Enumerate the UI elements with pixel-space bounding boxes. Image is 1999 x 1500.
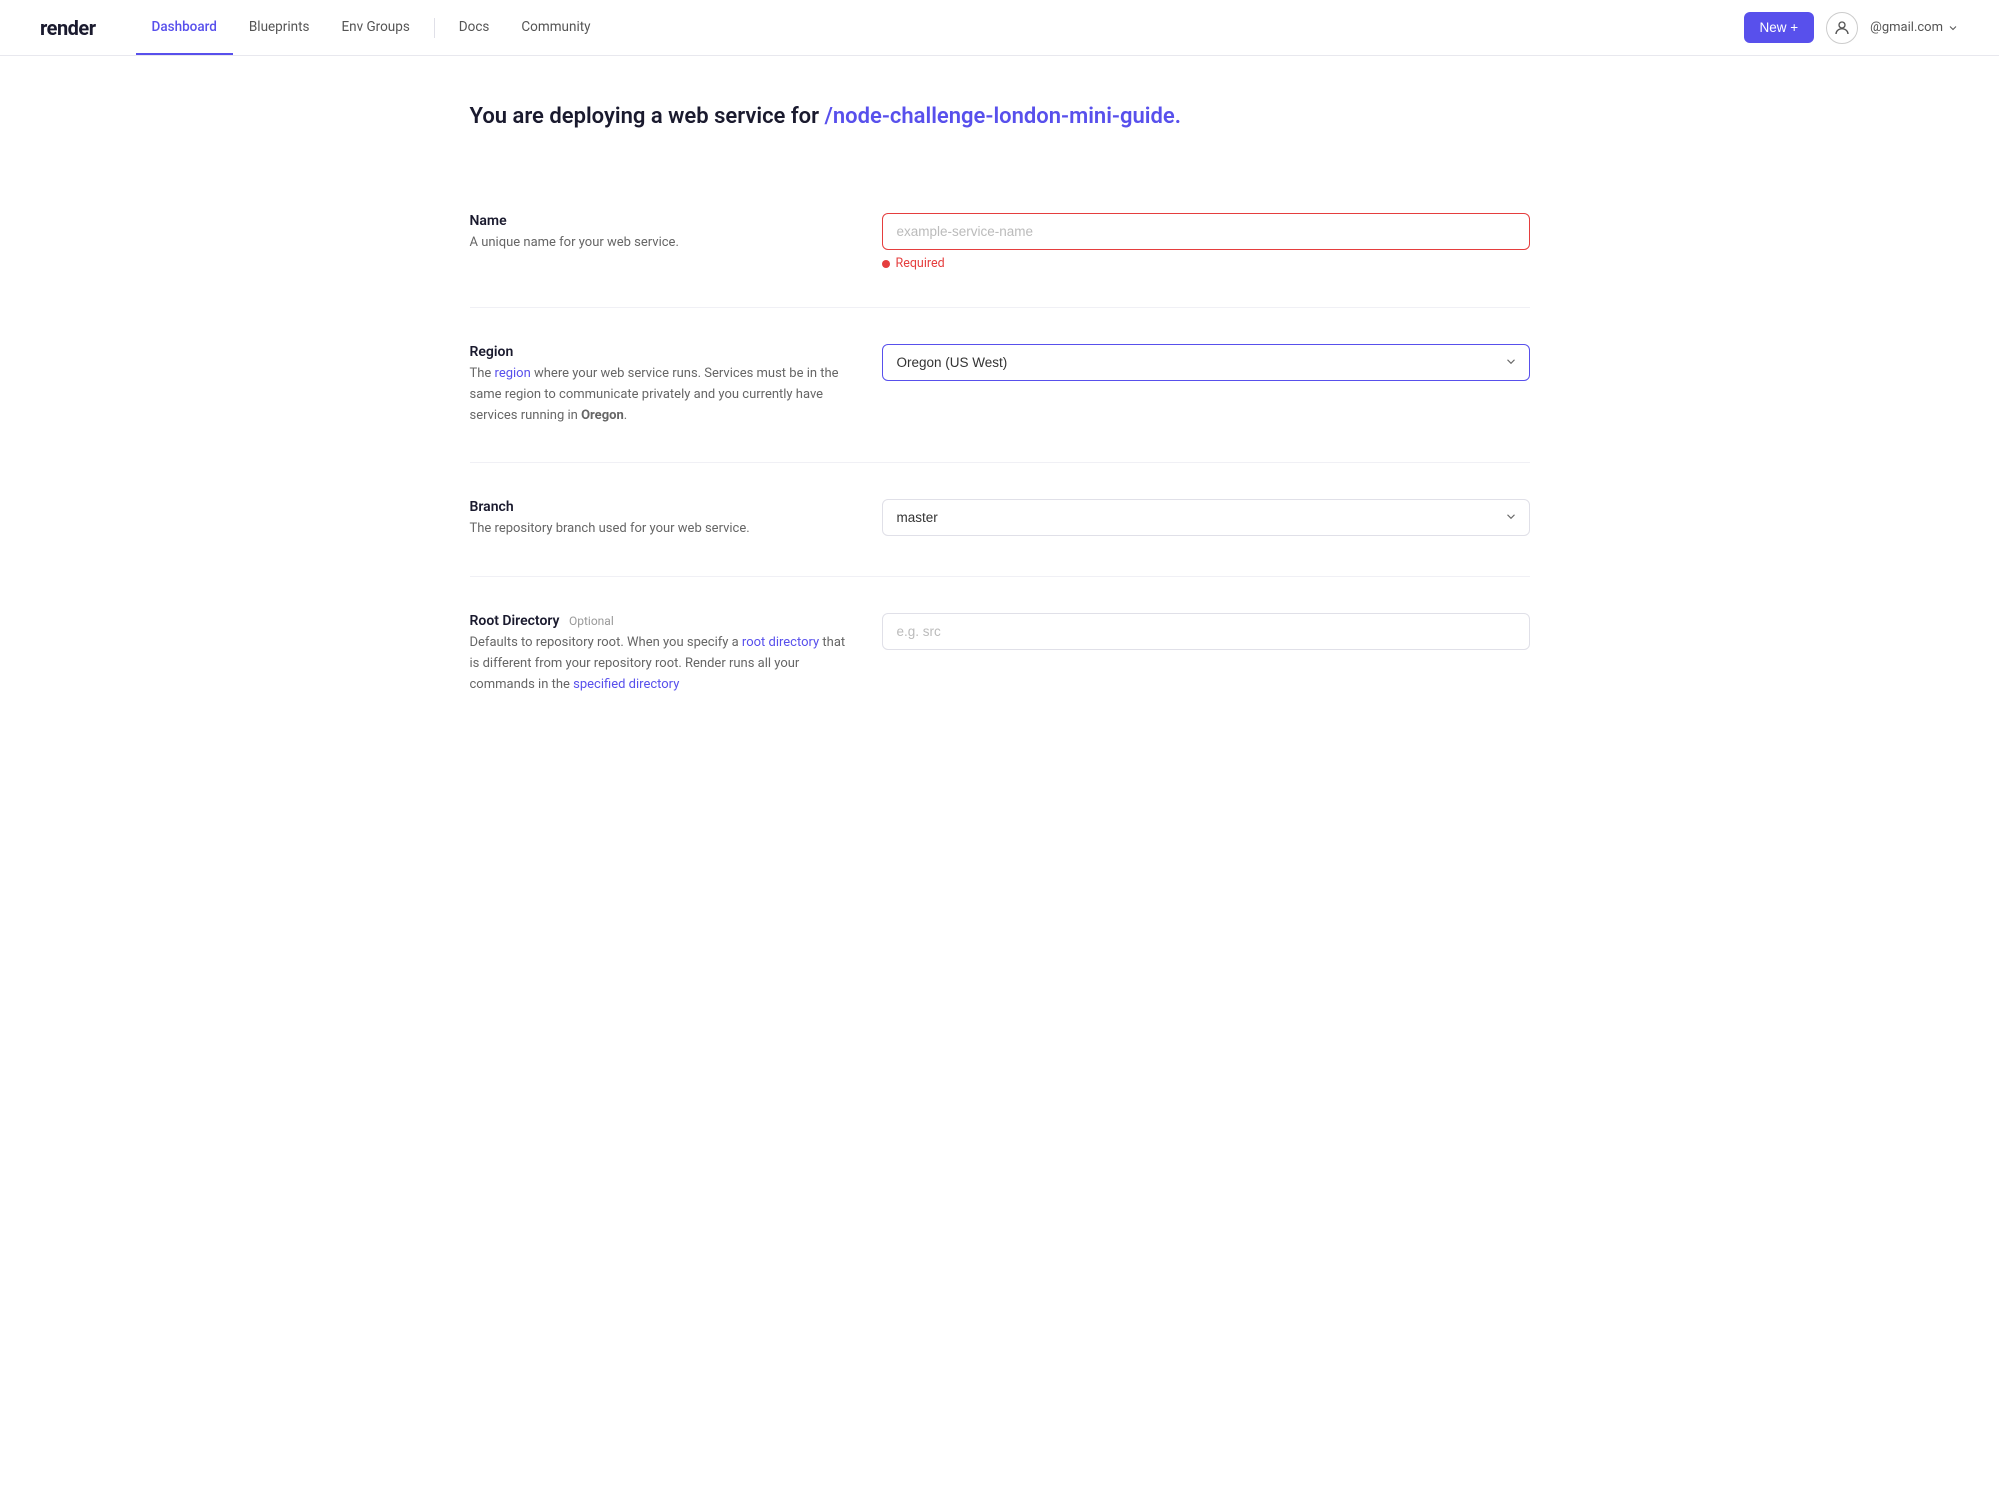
optional-tag: Optional (569, 614, 614, 628)
specified-directory-link[interactable]: specified directory (573, 677, 679, 692)
name-error-message: Required (882, 256, 1530, 271)
region-field-row: Region The region where your web service… (470, 308, 1530, 463)
branch-field-description: Branch The repository branch used for yo… (470, 499, 850, 540)
branch-control-wrapper: master main develop (882, 499, 1530, 540)
name-label: Name (470, 213, 850, 229)
nav-link-dashboard[interactable]: Dashboard (136, 1, 233, 55)
error-dot-icon (882, 260, 890, 268)
region-control-wrapper: Oregon (US West) Frankfurt (EU Central) … (882, 344, 1530, 426)
branch-select-wrapper: master main develop (882, 499, 1530, 536)
chevron-down-icon (1947, 22, 1959, 34)
name-input[interactable] (882, 213, 1530, 250)
user-avatar-icon[interactable] (1826, 12, 1858, 44)
region-label: Region (470, 344, 850, 360)
nav-link-blueprints[interactable]: Blueprints (233, 1, 326, 55)
name-description: A unique name for your web service. (470, 233, 850, 254)
repo-link[interactable]: /node-challenge-london-mini-guide. (825, 104, 1181, 129)
region-select[interactable]: Oregon (US West) Frankfurt (EU Central) … (882, 344, 1530, 381)
root-directory-input[interactable] (882, 613, 1530, 650)
root-directory-control-wrapper (882, 613, 1530, 695)
nav-divider (434, 18, 435, 38)
root-directory-description: Defaults to repository root. When you sp… (470, 633, 850, 695)
region-field-description: Region The region where your web service… (470, 344, 850, 426)
region-description: The region where your web service runs. … (470, 364, 850, 426)
branch-field-row: Branch The repository branch used for yo… (470, 463, 1530, 577)
logo[interactable]: render (40, 16, 96, 40)
navbar: render Dashboard Blueprints Env Groups D… (0, 0, 1999, 56)
nav-link-community[interactable]: Community (505, 1, 606, 55)
root-directory-link[interactable]: root directory (742, 635, 819, 650)
name-field-row: Name A unique name for your web service.… (470, 177, 1530, 308)
nav-right: New + @gmail.com (1744, 12, 1959, 44)
branch-label: Branch (470, 499, 850, 515)
region-link[interactable]: region (495, 366, 531, 381)
main-content: You are deploying a web service for /nod… (410, 56, 1590, 780)
page-title: You are deploying a web service for /nod… (470, 104, 1530, 129)
page-header: You are deploying a web service for /nod… (470, 104, 1530, 129)
branch-description: The repository branch used for your web … (470, 519, 850, 540)
name-field-description: Name A unique name for your web service. (470, 213, 850, 271)
branch-select[interactable]: master main develop (882, 499, 1530, 536)
nav-link-docs[interactable]: Docs (443, 1, 506, 55)
user-email[interactable]: @gmail.com (1870, 20, 1959, 35)
new-button[interactable]: New + (1744, 12, 1815, 43)
nav-link-env-groups[interactable]: Env Groups (325, 1, 425, 55)
region-select-wrapper: Oregon (US West) Frankfurt (EU Central) … (882, 344, 1530, 381)
nav-links: Dashboard Blueprints Env Groups Docs Com… (136, 1, 1744, 55)
root-directory-field-row: Root Directory Optional Defaults to repo… (470, 577, 1530, 731)
root-directory-label: Root Directory Optional (470, 613, 850, 629)
root-directory-field-description: Root Directory Optional Defaults to repo… (470, 613, 850, 695)
name-control-wrapper: Required (882, 213, 1530, 271)
